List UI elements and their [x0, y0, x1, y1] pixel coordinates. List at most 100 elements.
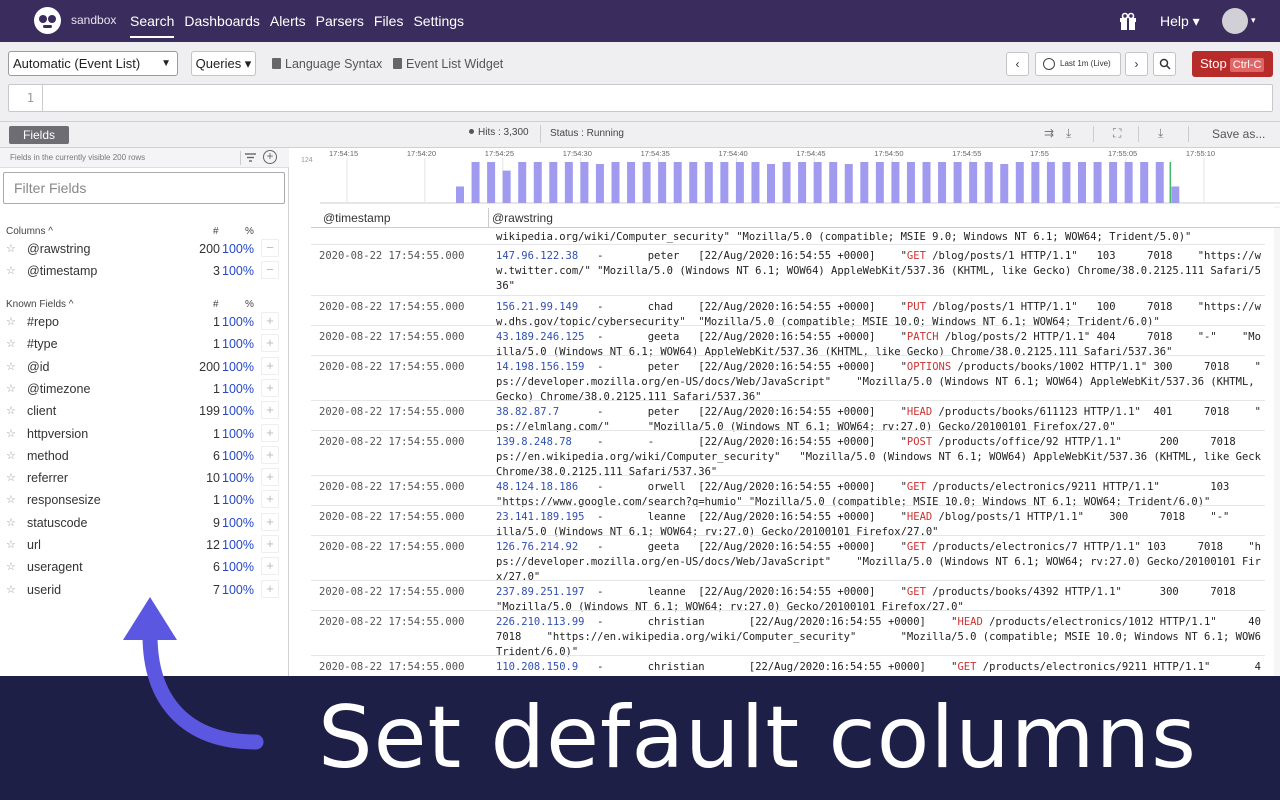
add-column-button[interactable]: +: [261, 356, 279, 375]
client-ip[interactable]: 110.208.150.9: [496, 661, 578, 673]
gift-icon[interactable]: [1118, 11, 1138, 31]
histogram-bar[interactable]: [1093, 162, 1102, 203]
histogram-bar[interactable]: [1062, 162, 1071, 203]
http-method[interactable]: HEAD: [907, 406, 932, 418]
add-column-button[interactable]: +: [261, 378, 279, 397]
client-ip[interactable]: 126.76.214.92: [496, 541, 578, 553]
scroll-bottom-icon[interactable]: ⤓: [1066, 126, 1071, 141]
histogram-bar[interactable]: [533, 162, 542, 203]
field-row[interactable]: ☆ httpversion 1 100% +: [0, 423, 289, 446]
histogram-bar[interactable]: [595, 163, 604, 203]
field-name[interactable]: responsesize: [27, 493, 101, 507]
histogram-bar[interactable]: [860, 162, 869, 203]
histogram-bar[interactable]: [1124, 162, 1133, 203]
client-ip[interactable]: 38.82.87.7: [496, 406, 559, 418]
field-name[interactable]: url: [27, 538, 41, 552]
http-method[interactable]: OPTIONS: [907, 361, 951, 373]
queries-button[interactable]: Queries ▾: [191, 51, 256, 76]
user-avatar[interactable]: [1222, 8, 1248, 34]
add-column-button[interactable]: +: [261, 535, 279, 553]
repository-name[interactable]: sandbox: [71, 13, 116, 27]
add-column-button[interactable]: +: [261, 468, 279, 487]
save-as-button[interactable]: Save as...: [1212, 127, 1265, 141]
http-method[interactable]: HEAD: [958, 616, 983, 628]
field-name[interactable]: @rawstring: [27, 242, 90, 256]
add-column-button[interactable]: +: [261, 490, 279, 509]
table-row[interactable]: 2020-08-22 17:54:55.000 110.208.150.9 - c…: [311, 655, 1265, 675]
histogram-bar[interactable]: [798, 162, 807, 203]
field-name[interactable]: method: [27, 449, 69, 463]
table-row[interactable]: 2020-08-22 17:54:55.000 226.210.113.99 - …: [311, 610, 1265, 660]
star-icon[interactable]: ☆: [6, 471, 16, 484]
client-ip[interactable]: 156.21.99.149: [496, 301, 578, 313]
field-row[interactable]: ☆ referrer 10 100% +: [0, 468, 289, 490]
histogram-bar[interactable]: [642, 162, 651, 203]
star-icon[interactable]: ☆: [6, 449, 16, 462]
client-ip[interactable]: 23.141.189.195: [496, 511, 585, 523]
histogram-bar[interactable]: [673, 162, 682, 203]
results-scrollbar[interactable]: [1274, 206, 1280, 676]
http-method[interactable]: GET: [907, 250, 926, 262]
humio-logo-icon[interactable]: [34, 7, 61, 34]
time-range-button[interactable]: Last 1m (Live): [1035, 52, 1121, 76]
field-name[interactable]: httpversion: [27, 427, 88, 441]
star-icon[interactable]: ☆: [6, 583, 16, 596]
histogram-bar[interactable]: [969, 162, 978, 203]
histogram-bar[interactable]: [938, 162, 947, 203]
star-icon[interactable]: ☆: [6, 493, 16, 506]
field-row[interactable]: ☆ @id 200 100% +: [0, 356, 289, 379]
client-ip[interactable]: 237.89.251.197: [496, 586, 585, 598]
field-name[interactable]: referrer: [27, 471, 68, 485]
column-header-rawstring[interactable]: @rawstring: [492, 211, 553, 225]
histogram-bar[interactable]: [1140, 162, 1149, 203]
add-column-button[interactable]: +: [261, 557, 279, 576]
http-method[interactable]: GET: [907, 586, 926, 598]
stop-button[interactable]: Stop Ctrl-C: [1192, 51, 1273, 77]
histogram-bar[interactable]: [782, 162, 791, 203]
star-icon[interactable]: ☆: [6, 560, 16, 573]
histogram-bar[interactable]: [922, 162, 931, 203]
field-row[interactable]: ☆ statuscode 9 100% +: [0, 512, 289, 535]
field-name[interactable]: #repo: [27, 315, 59, 329]
add-column-button[interactable]: +: [261, 423, 279, 442]
nav-parsers[interactable]: Parsers: [316, 0, 364, 42]
histogram-bar[interactable]: [580, 162, 589, 203]
star-icon[interactable]: ☆: [6, 337, 16, 350]
client-ip[interactable]: 226.210.113.99: [496, 616, 585, 628]
http-method[interactable]: POST: [907, 436, 932, 448]
field-name[interactable]: userid: [27, 583, 61, 597]
table-row[interactable]: 2020-08-22 17:54:55.000 139.8.248.78 - - …: [311, 430, 1265, 480]
histogram-bar[interactable]: [1155, 162, 1164, 203]
histogram-bar[interactable]: [1171, 186, 1180, 203]
help-menu[interactable]: Help ▾: [1160, 13, 1200, 30]
query-mode-select[interactable]: Automatic (Event List) ▼: [8, 51, 178, 76]
add-column-button[interactable]: +: [261, 512, 279, 531]
event-histogram[interactable]: 124 17:54:15 17:54:20 17:54:25 17:54:30 17:54…: [293, 148, 1280, 206]
table-row[interactable]: 2020-08-22 17:54:55.000 126.76.214.92 - g…: [311, 535, 1265, 585]
download-icon[interactable]: ⤓: [1158, 126, 1163, 141]
client-ip[interactable]: 147.96.122.38: [496, 250, 578, 262]
histogram-bar[interactable]: [1015, 162, 1024, 203]
histogram-bar[interactable]: [456, 186, 464, 203]
histogram-bar[interactable]: [564, 162, 573, 203]
field-name[interactable]: #type: [27, 337, 58, 351]
histogram-bar[interactable]: [844, 163, 853, 203]
histogram-bar[interactable]: [487, 162, 496, 203]
histogram-bar[interactable]: [627, 162, 636, 203]
add-column-button[interactable]: +: [261, 334, 279, 353]
http-method[interactable]: PUT: [907, 301, 926, 313]
filter-fields-input[interactable]: Filter Fields: [3, 172, 285, 204]
field-row[interactable]: ☆ #repo 1 100% +: [0, 312, 289, 334]
time-next-button[interactable]: ›: [1125, 52, 1148, 76]
field-row[interactable]: ☆ useragent 6 100% +: [0, 557, 289, 579]
histogram-bar[interactable]: [1000, 163, 1009, 203]
field-row[interactable]: ☆ @timestamp 3 100% −: [0, 261, 289, 283]
field-name[interactable]: client: [27, 404, 56, 418]
star-icon[interactable]: ☆: [6, 242, 16, 255]
star-icon[interactable]: ☆: [6, 404, 16, 417]
histogram-bar[interactable]: [1078, 162, 1086, 203]
client-ip[interactable]: 139.8.248.78: [496, 436, 572, 448]
add-column-button[interactable]: +: [261, 579, 279, 598]
histogram-bar[interactable]: [813, 162, 822, 203]
add-field-icon[interactable]: +: [263, 150, 277, 164]
